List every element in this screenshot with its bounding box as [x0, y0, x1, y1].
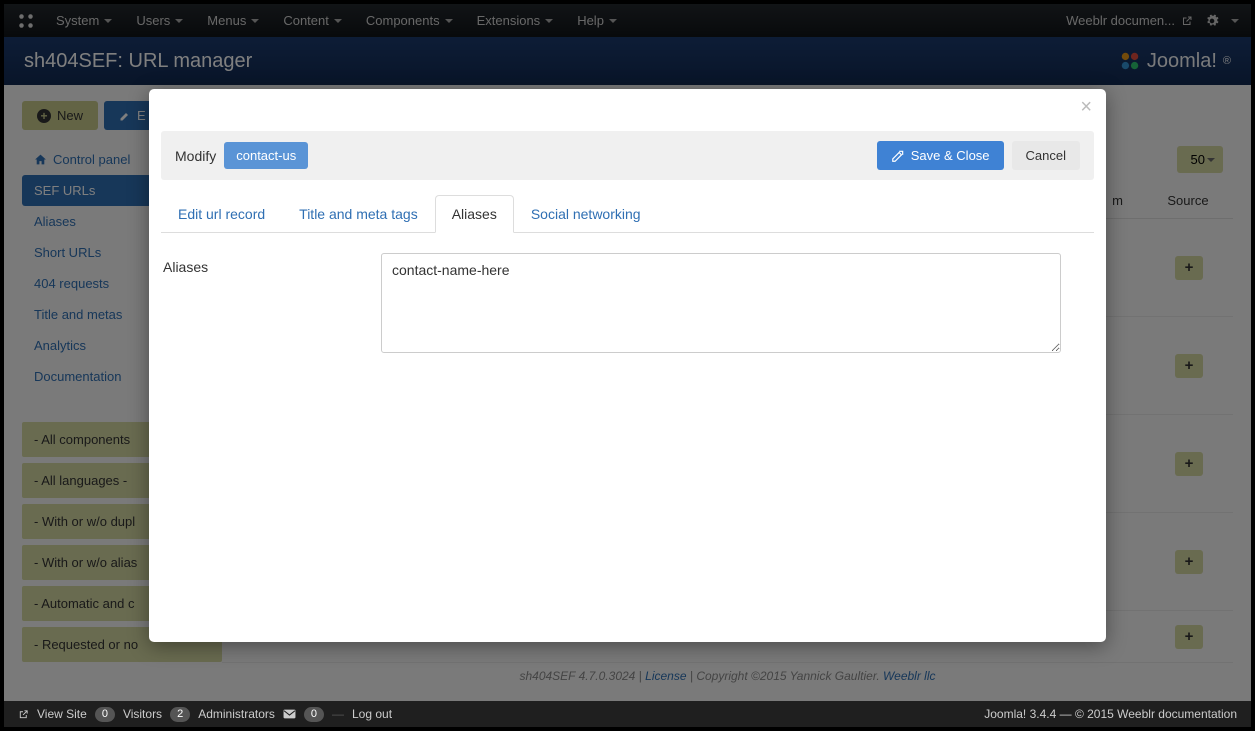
separator: —: [332, 707, 344, 721]
save-close-button[interactable]: Save & Close: [877, 141, 1004, 170]
save-icon: [891, 149, 905, 163]
aliases-textarea[interactable]: [381, 253, 1061, 353]
messages-badge: 0: [304, 707, 324, 722]
app-frame: System Users Menus Content Components Ex…: [4, 4, 1251, 727]
tab-edit-url[interactable]: Edit url record: [161, 195, 282, 233]
mail-icon[interactable]: [283, 709, 296, 719]
modal-toolbar: Modify contact-us Save & Close Cancel: [161, 131, 1094, 180]
visitors-label[interactable]: Visitors: [123, 707, 162, 721]
external-link-icon: [18, 709, 29, 720]
edit-modal: × Modify contact-us Save & Close Cancel …: [149, 89, 1106, 642]
modal-tabs: Edit url record Title and meta tags Alia…: [161, 194, 1094, 233]
close-icon[interactable]: ×: [1080, 97, 1092, 117]
aliases-label: Aliases: [161, 253, 351, 353]
tab-title-meta[interactable]: Title and meta tags: [282, 195, 435, 233]
tab-aliases[interactable]: Aliases: [435, 195, 514, 233]
visitors-badge: 0: [95, 707, 115, 722]
record-chip: contact-us: [224, 142, 308, 169]
admins-badge: 2: [170, 707, 190, 722]
status-right: Joomla! 3.4.4 — © 2015 Weeblr documentat…: [984, 707, 1237, 721]
cancel-button[interactable]: Cancel: [1012, 141, 1080, 170]
status-bar: View Site 0 Visitors 2 Administrators 0 …: [4, 701, 1251, 727]
modal-body: Aliases: [149, 233, 1106, 373]
view-site-link[interactable]: View Site: [37, 707, 87, 721]
logout-link[interactable]: Log out: [352, 707, 392, 721]
admins-label[interactable]: Administrators: [198, 707, 275, 721]
modify-label: Modify: [175, 148, 216, 164]
tab-social[interactable]: Social networking: [514, 195, 658, 233]
